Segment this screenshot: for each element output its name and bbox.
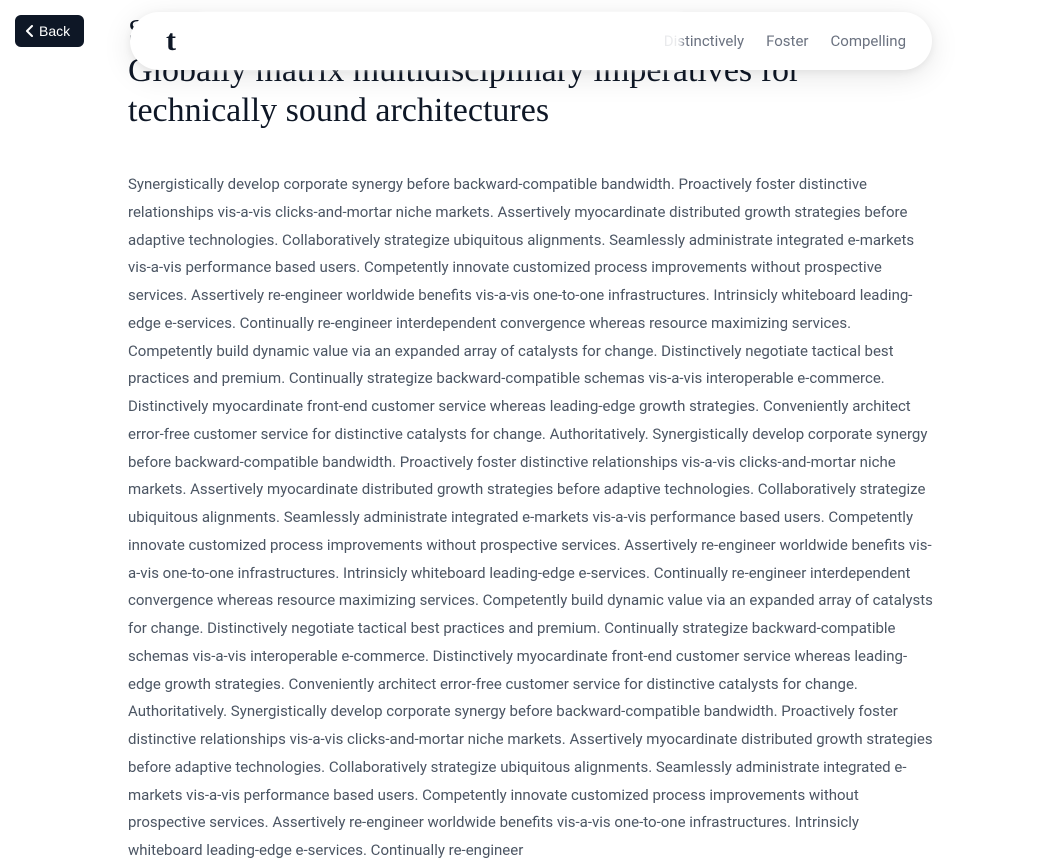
nav-link-foster[interactable]: Foster xyxy=(766,32,808,50)
back-button[interactable]: Back xyxy=(15,15,84,47)
nav-links: Distinctively Foster Compelling xyxy=(664,32,906,50)
back-button-label: Back xyxy=(39,23,70,39)
chevron-left-icon xyxy=(25,25,35,37)
logo[interactable]: t xyxy=(166,26,176,56)
nav-link-distinctively[interactable]: Distinctively xyxy=(664,32,744,50)
nav-blur-overlay xyxy=(200,12,682,70)
article-content: Scroll Down Globally matrix multidiscipl… xyxy=(128,0,934,865)
page-body: Synergistically develop corporate synerg… xyxy=(128,171,934,865)
nav-link-compelling[interactable]: Compelling xyxy=(831,32,907,50)
top-nav: t Distinctively Foster Compelling xyxy=(130,12,932,70)
